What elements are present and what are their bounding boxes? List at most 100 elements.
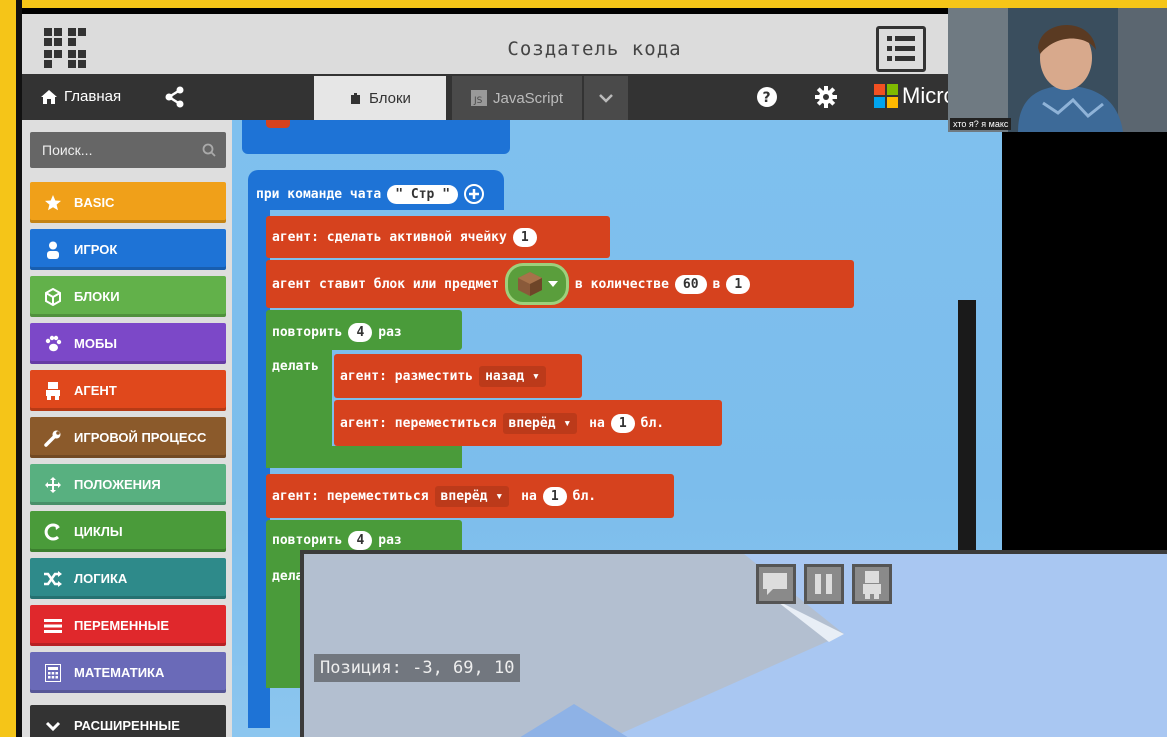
move-direction-dropdown[interactable]: вперёд ▾ [434,485,510,507]
menu-icon[interactable] [876,26,926,72]
category-loops[interactable]: ЦИКЛЫ [30,511,226,552]
place-block-block[interactable]: агент ставит блок или предмет в количест… [266,260,854,308]
slot-value[interactable]: 1 [512,227,537,247]
category-positions[interactable]: ПОЛОЖЕНИЯ [30,464,226,505]
move-label: агент: переместиться [340,415,497,431]
puzzle-icon [351,93,361,104]
emote-button[interactable] [852,564,892,604]
tab-javascript-label: JavaScript [492,89,564,107]
svg-text:?: ? [763,90,771,106]
category-label: БЛОКИ [74,289,120,304]
category-label: ЦИКЛЫ [74,524,123,539]
move-direction-dropdown[interactable]: вперёд ▾ [502,412,578,434]
repeat-1-header[interactable]: повторить 4 раз [272,318,402,346]
minecraft-viewport[interactable]: Позиция: -3, 69, 10 [300,550,1167,737]
category-label: МОБЫ [74,336,118,351]
category-variables[interactable]: ПЕРЕМЕННЫЕ [30,605,226,646]
move-icon [42,476,64,494]
category-blocks[interactable]: БЛОКИ [30,276,226,317]
category-basic[interactable]: BASIC [30,182,226,223]
direction-value: назад [485,368,525,384]
repeat-count[interactable]: 4 [348,322,373,342]
amount-value[interactable]: 60 [674,274,707,294]
gear-icon[interactable] [814,85,838,109]
player-icon [42,241,64,259]
block-picker[interactable] [504,263,569,305]
place-direction-block[interactable]: агент: разместить назад ▾ [334,354,582,398]
pause-icon [815,574,832,594]
toolbox: Поиск... BASIC ИГРОК БЛОКИ МОБЫ АГЕНТ ИГ… [22,120,232,737]
tab-blocks-label: Блоки [369,89,411,107]
move-direction-value: вперёд [508,415,556,431]
chevron-down-icon [42,720,64,732]
category-gameplay[interactable]: ИГРОВОЙ ПРОЦЕСС [30,417,226,458]
caret-down-icon [547,281,558,287]
category-player[interactable]: ИГРОК [30,229,226,270]
on-chat-label: при команде чата [256,186,382,202]
category-mobs[interactable]: МОБЫ [30,323,226,364]
yellow-frame-top [0,0,1167,8]
direction-dropdown[interactable]: назад ▾ [479,365,546,387]
partial-block-top-notch [266,120,290,128]
set-slot-block[interactable]: агент: сделать активной ячейку 1 [266,216,610,258]
brand-text: Micrс [902,83,955,108]
move-forward-block-2[interactable]: агент: переместиться вперёд ▾ на 1 бл. [266,474,674,518]
move-forward-block-1[interactable]: агент: переместиться вперёд ▾ на 1 бл. [334,400,722,446]
move-distance[interactable]: 1 [610,413,635,433]
place-dir-label: агент: разместить [340,368,474,384]
do-text: дела [272,568,304,584]
repeat-count[interactable]: 4 [348,530,373,550]
chat-command-field[interactable]: " Стр " [387,184,459,204]
in-value[interactable]: 1 [726,274,751,294]
do-label: делать [272,356,319,376]
category-math[interactable]: МАТЕМАТИКА [30,652,226,693]
set-slot-label: агент: сделать активной ячейку [272,229,507,245]
category-logic[interactable]: ЛОГИКА [30,558,226,599]
search-input[interactable]: Поиск... [30,132,226,168]
amount-label: в количестве [574,276,669,292]
move-label: агент: переместиться [272,488,429,504]
minecraft-scene [304,554,1167,737]
on-label: на [521,488,537,504]
blocks-unit: бл. [640,415,665,431]
shuffle-icon [42,570,64,587]
home-button[interactable]: Главная [40,88,121,105]
chat-button[interactable] [756,564,796,604]
do-text: делать [272,358,319,374]
search-icon [202,143,216,157]
place-block-label: агент ставит блок или предмет [272,276,499,292]
chevron-down-icon [599,94,613,103]
category-label: ИГРОК [74,242,118,257]
in-label: в [712,276,721,292]
on-label: на [589,415,605,431]
calculator-icon [42,663,64,682]
move-distance[interactable]: 1 [542,486,567,506]
category-agent[interactable]: АГЕНТ [30,370,226,411]
category-label: ПЕРЕМЕННЫЕ [74,618,170,633]
category-label: МАТЕМАТИКА [74,665,165,680]
do-label: дела [272,566,303,586]
repeat-label: повторить [272,324,343,340]
category-label: BASIC [74,195,115,210]
webcam-video [948,8,1167,132]
chat-icon [763,573,787,595]
add-icon[interactable] [464,184,485,204]
pause-button[interactable] [804,564,844,604]
tab-blocks[interactable]: Блоки [314,76,446,120]
character-icon [863,571,881,599]
position-readout: Позиция: -3, 69, 10 [314,654,521,682]
workspace-scrollbar[interactable] [958,300,976,550]
help-icon[interactable]: ? [756,86,778,108]
times-label: раз [378,532,402,548]
wrench-icon [42,429,64,447]
move-direction-value: вперёд [440,488,488,504]
blocks-unit: бл. [572,488,597,504]
chat-event-header[interactable]: при команде чата " Стр " [256,180,485,208]
tab-javascript[interactable]: JS JavaScript [452,76,582,120]
category-advanced[interactable]: РАСШИРЕННЫЕ [30,705,226,737]
microsoft-logo-icon [874,84,898,108]
share-icon[interactable] [164,86,186,108]
home-label: Главная [64,88,122,105]
times-label: раз [378,324,402,340]
tab-dropdown[interactable] [584,76,628,120]
